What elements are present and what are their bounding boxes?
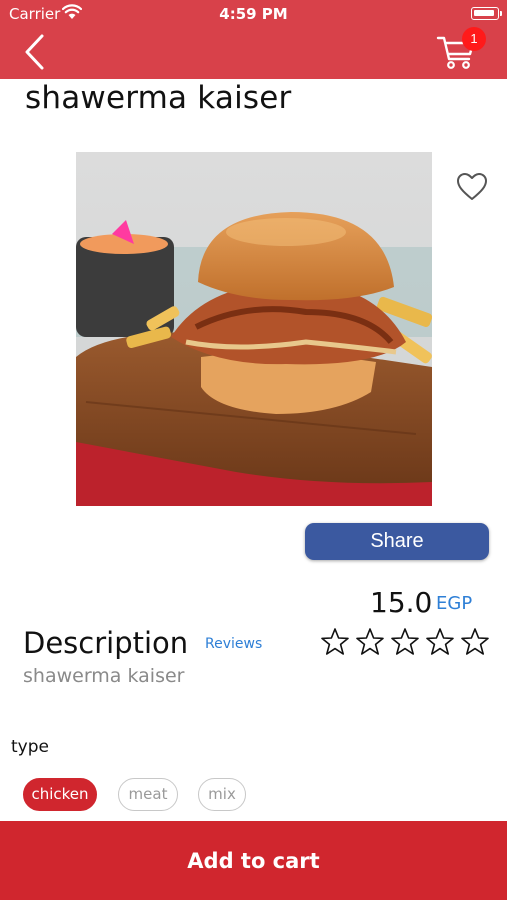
star-icon[interactable]: [320, 627, 350, 657]
battery-icon: [471, 7, 502, 20]
status-time: 4:59 PM: [219, 5, 288, 23]
price-value: 15.0: [370, 586, 433, 619]
add-to-cart-button[interactable]: Add to cart: [0, 821, 507, 900]
favorite-heart-icon[interactable]: [456, 172, 488, 202]
star-icon[interactable]: [425, 627, 455, 657]
star-icon[interactable]: [390, 627, 420, 657]
share-button[interactable]: Share: [305, 523, 489, 560]
option-chip-meat[interactable]: meat: [118, 778, 178, 811]
star-icon[interactable]: [460, 627, 490, 657]
option-type-label: type: [11, 737, 49, 757]
reviews-link[interactable]: Reviews: [205, 636, 262, 652]
cart-count-badge: 1: [462, 27, 486, 51]
status-bar: Carrier 4:59 PM: [0, 0, 507, 28]
description-heading: Description: [23, 626, 189, 660]
rating-stars: [320, 627, 490, 659]
description-text: shawerma kaiser: [23, 665, 185, 687]
star-icon[interactable]: [355, 627, 385, 657]
option-chip-mix[interactable]: mix: [198, 778, 246, 811]
product-title: shawerma kaiser: [25, 80, 292, 116]
top-bar: Carrier 4:59 PM 1: [0, 0, 507, 79]
option-chip-chicken[interactable]: chicken: [23, 778, 97, 811]
back-button[interactable]: [22, 33, 48, 71]
product-image: [76, 152, 432, 506]
price-currency: EGP: [436, 593, 473, 614]
